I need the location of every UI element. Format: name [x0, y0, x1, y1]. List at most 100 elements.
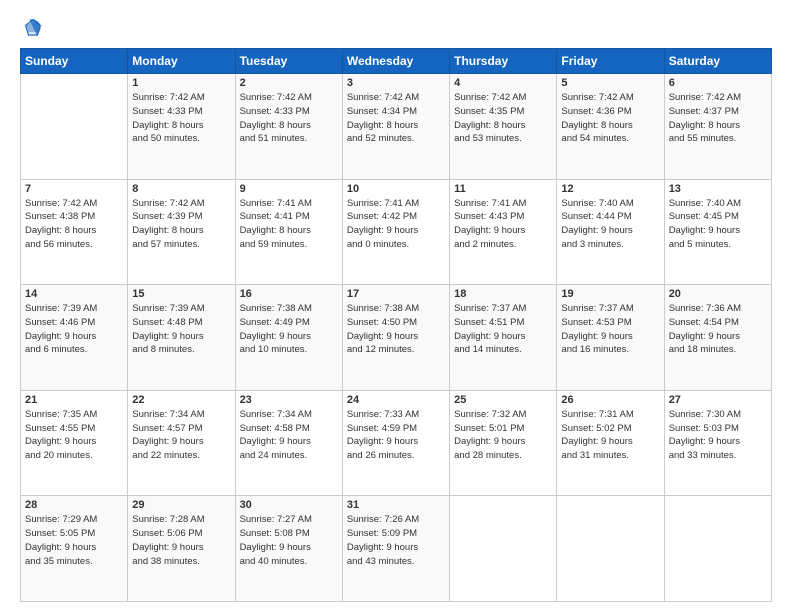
day-info: Sunrise: 7:31 AM Sunset: 5:02 PM Dayligh…	[561, 408, 659, 463]
day-info: Sunrise: 7:30 AM Sunset: 5:03 PM Dayligh…	[669, 408, 767, 463]
day-number: 11	[454, 183, 552, 195]
calendar-cell: 11 Sunrise: 7:41 AM Sunset: 4:43 PM Dayli…	[450, 179, 557, 285]
day-number: 8	[132, 183, 230, 195]
day-number: 30	[240, 499, 338, 511]
header	[20, 16, 772, 38]
calendar-cell: 1 Sunrise: 7:42 AM Sunset: 4:33 PM Daylig…	[128, 74, 235, 180]
day-info: Sunrise: 7:42 AM Sunset: 4:33 PM Dayligh…	[132, 91, 230, 146]
day-info: Sunrise: 7:38 AM Sunset: 4:50 PM Dayligh…	[347, 302, 445, 357]
calendar-cell: 13 Sunrise: 7:40 AM Sunset: 4:45 PM Dayli…	[664, 179, 771, 285]
day-number: 5	[561, 77, 659, 89]
day-number: 25	[454, 394, 552, 406]
day-info: Sunrise: 7:42 AM Sunset: 4:37 PM Dayligh…	[669, 91, 767, 146]
day-info: Sunrise: 7:28 AM Sunset: 5:06 PM Dayligh…	[132, 513, 230, 568]
day-number: 15	[132, 288, 230, 300]
day-number: 19	[561, 288, 659, 300]
day-number: 27	[669, 394, 767, 406]
calendar-cell: 20 Sunrise: 7:36 AM Sunset: 4:54 PM Dayli…	[664, 285, 771, 391]
logo-icon	[22, 16, 44, 38]
logo-area	[20, 16, 48, 38]
day-info: Sunrise: 7:42 AM Sunset: 4:36 PM Dayligh…	[561, 91, 659, 146]
day-info: Sunrise: 7:37 AM Sunset: 4:53 PM Dayligh…	[561, 302, 659, 357]
calendar-cell: 25 Sunrise: 7:32 AM Sunset: 5:01 PM Dayli…	[450, 390, 557, 496]
day-info: Sunrise: 7:41 AM Sunset: 4:43 PM Dayligh…	[454, 197, 552, 252]
week-row-0: 1 Sunrise: 7:42 AM Sunset: 4:33 PM Daylig…	[21, 74, 772, 180]
day-info: Sunrise: 7:37 AM Sunset: 4:51 PM Dayligh…	[454, 302, 552, 357]
day-info: Sunrise: 7:35 AM Sunset: 4:55 PM Dayligh…	[25, 408, 123, 463]
weekday-monday: Monday	[128, 49, 235, 74]
day-info: Sunrise: 7:39 AM Sunset: 4:48 PM Dayligh…	[132, 302, 230, 357]
weekday-wednesday: Wednesday	[342, 49, 449, 74]
day-number: 12	[561, 183, 659, 195]
day-number: 6	[669, 77, 767, 89]
calendar-cell: 4 Sunrise: 7:42 AM Sunset: 4:35 PM Daylig…	[450, 74, 557, 180]
day-number: 1	[132, 77, 230, 89]
day-info: Sunrise: 7:41 AM Sunset: 4:41 PM Dayligh…	[240, 197, 338, 252]
day-number: 13	[669, 183, 767, 195]
calendar-cell	[557, 496, 664, 602]
day-info: Sunrise: 7:39 AM Sunset: 4:46 PM Dayligh…	[25, 302, 123, 357]
calendar-page: SundayMondayTuesdayWednesdayThursdayFrid…	[0, 0, 792, 612]
day-info: Sunrise: 7:38 AM Sunset: 4:49 PM Dayligh…	[240, 302, 338, 357]
day-number: 10	[347, 183, 445, 195]
weekday-sunday: Sunday	[21, 49, 128, 74]
day-number: 16	[240, 288, 338, 300]
weekday-thursday: Thursday	[450, 49, 557, 74]
weekday-header-row: SundayMondayTuesdayWednesdayThursdayFrid…	[21, 49, 772, 74]
day-number: 18	[454, 288, 552, 300]
calendar-cell: 8Sunrise: 7:42 AM Sunset: 4:39 PM Daylig…	[128, 179, 235, 285]
calendar-cell: 17 Sunrise: 7:38 AM Sunset: 4:50 PM Dayli…	[342, 285, 449, 391]
calendar-cell: 16 Sunrise: 7:38 AM Sunset: 4:49 PM Dayli…	[235, 285, 342, 391]
day-number: 2	[240, 77, 338, 89]
day-info: Sunrise: 7:42 AM Sunset: 4:34 PM Dayligh…	[347, 91, 445, 146]
calendar-cell: 23Sunrise: 7:34 AM Sunset: 4:58 PM Dayli…	[235, 390, 342, 496]
day-info: Sunrise: 7:26 AM Sunset: 5:09 PM Dayligh…	[347, 513, 445, 568]
day-info: Sunrise: 7:29 AM Sunset: 5:05 PM Dayligh…	[25, 513, 123, 568]
day-info: Sunrise: 7:36 AM Sunset: 4:54 PM Dayligh…	[669, 302, 767, 357]
week-row-3: 21Sunrise: 7:35 AM Sunset: 4:55 PM Dayli…	[21, 390, 772, 496]
day-info: Sunrise: 7:42 AM Sunset: 4:35 PM Dayligh…	[454, 91, 552, 146]
calendar-cell: 30Sunrise: 7:27 AM Sunset: 5:08 PM Dayli…	[235, 496, 342, 602]
day-number: 3	[347, 77, 445, 89]
calendar-cell: 29 Sunrise: 7:28 AM Sunset: 5:06 PM Dayli…	[128, 496, 235, 602]
calendar-cell: 9Sunrise: 7:41 AM Sunset: 4:41 PM Daylig…	[235, 179, 342, 285]
calendar-cell: 12Sunrise: 7:40 AM Sunset: 4:44 PM Dayli…	[557, 179, 664, 285]
day-info: Sunrise: 7:40 AM Sunset: 4:45 PM Dayligh…	[669, 197, 767, 252]
calendar-cell: 28Sunrise: 7:29 AM Sunset: 5:05 PM Dayli…	[21, 496, 128, 602]
day-info: Sunrise: 7:42 AM Sunset: 4:38 PM Dayligh…	[25, 197, 123, 252]
calendar-cell: 26 Sunrise: 7:31 AM Sunset: 5:02 PM Dayli…	[557, 390, 664, 496]
day-number: 17	[347, 288, 445, 300]
day-number: 14	[25, 288, 123, 300]
calendar-cell	[664, 496, 771, 602]
week-row-4: 28Sunrise: 7:29 AM Sunset: 5:05 PM Dayli…	[21, 496, 772, 602]
day-number: 26	[561, 394, 659, 406]
day-info: Sunrise: 7:34 AM Sunset: 4:58 PM Dayligh…	[240, 408, 338, 463]
calendar-cell: 2Sunrise: 7:42 AM Sunset: 4:33 PM Daylig…	[235, 74, 342, 180]
weekday-saturday: Saturday	[664, 49, 771, 74]
calendar-cell: 5 Sunrise: 7:42 AM Sunset: 4:36 PM Daylig…	[557, 74, 664, 180]
day-number: 24	[347, 394, 445, 406]
week-row-2: 14 Sunrise: 7:39 AM Sunset: 4:46 PM Dayli…	[21, 285, 772, 391]
calendar-cell: 22 Sunrise: 7:34 AM Sunset: 4:57 PM Dayli…	[128, 390, 235, 496]
day-info: Sunrise: 7:32 AM Sunset: 5:01 PM Dayligh…	[454, 408, 552, 463]
day-info: Sunrise: 7:34 AM Sunset: 4:57 PM Dayligh…	[132, 408, 230, 463]
calendar-cell: 14 Sunrise: 7:39 AM Sunset: 4:46 PM Dayli…	[21, 285, 128, 391]
calendar-cell: 21Sunrise: 7:35 AM Sunset: 4:55 PM Dayli…	[21, 390, 128, 496]
calendar-cell: 18 Sunrise: 7:37 AM Sunset: 4:51 PM Dayli…	[450, 285, 557, 391]
logo	[20, 16, 48, 38]
weekday-friday: Friday	[557, 49, 664, 74]
day-number: 22	[132, 394, 230, 406]
day-info: Sunrise: 7:33 AM Sunset: 4:59 PM Dayligh…	[347, 408, 445, 463]
calendar-cell: 3 Sunrise: 7:42 AM Sunset: 4:34 PM Daylig…	[342, 74, 449, 180]
week-row-1: 7Sunrise: 7:42 AM Sunset: 4:38 PM Daylig…	[21, 179, 772, 285]
calendar-cell: 27 Sunrise: 7:30 AM Sunset: 5:03 PM Dayli…	[664, 390, 771, 496]
day-number: 20	[669, 288, 767, 300]
calendar-cell: 19 Sunrise: 7:37 AM Sunset: 4:53 PM Dayli…	[557, 285, 664, 391]
calendar-cell: 31 Sunrise: 7:26 AM Sunset: 5:09 PM Dayli…	[342, 496, 449, 602]
day-number: 4	[454, 77, 552, 89]
calendar-cell: 24 Sunrise: 7:33 AM Sunset: 4:59 PM Dayli…	[342, 390, 449, 496]
calendar-table: SundayMondayTuesdayWednesdayThursdayFrid…	[20, 48, 772, 602]
day-number: 29	[132, 499, 230, 511]
day-number: 31	[347, 499, 445, 511]
calendar-cell	[21, 74, 128, 180]
